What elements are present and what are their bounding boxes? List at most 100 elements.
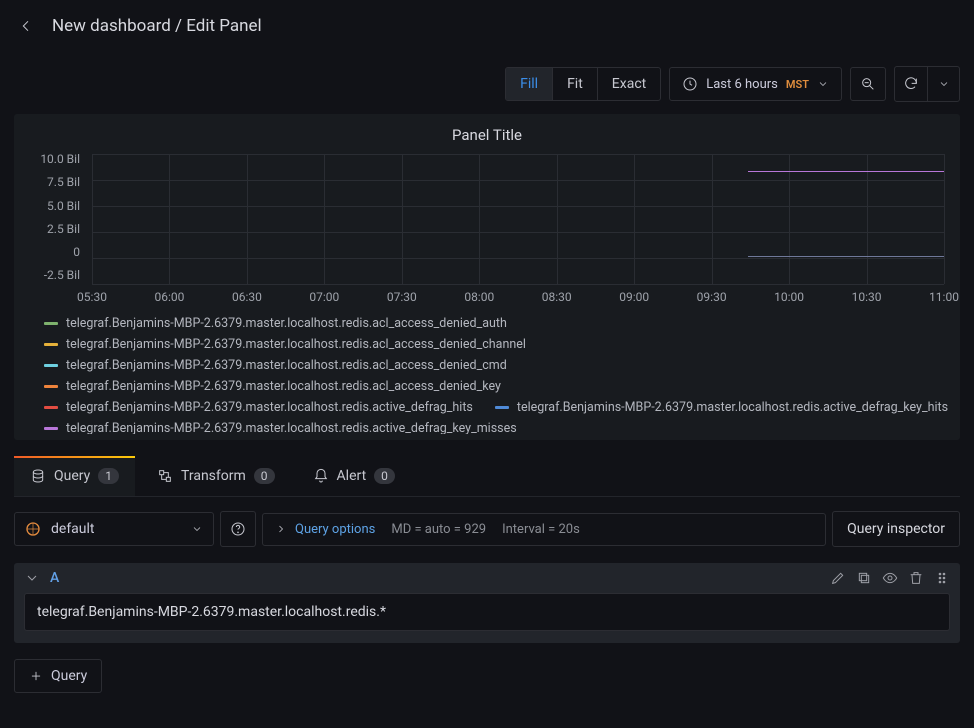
- panel-title: Panel Title: [24, 124, 950, 150]
- panel-viz: Panel Title 10.0 Bil7.5 Bil5.0 Bil2.5 Bi…: [14, 114, 960, 440]
- y-axis-labels: 10.0 Bil7.5 Bil5.0 Bil2.5 Bil0-2.5 Bil: [30, 150, 86, 284]
- legend-label: telegraf.Benjamins-MBP-2.6379.master.loc…: [66, 358, 507, 373]
- view-exact-button[interactable]: Exact: [598, 68, 660, 100]
- refresh-group: [894, 66, 960, 102]
- time-zone-badge: MST: [786, 78, 809, 91]
- legend: telegraf.Benjamins-MBP-2.6379.master.loc…: [24, 316, 950, 434]
- query-tabs: Query 1 Transform 0 Alert 0: [14, 456, 960, 497]
- series-line: [748, 256, 944, 257]
- legend-label: telegraf.Benjamins-MBP-2.6379.master.loc…: [66, 400, 473, 415]
- y-tick-label: 10.0 Bil: [30, 152, 80, 166]
- query-options-label: Query options: [295, 522, 375, 537]
- x-tick-label: 10:00: [774, 290, 804, 304]
- tab-query-label: Query: [54, 468, 90, 484]
- edit-icon[interactable]: [830, 570, 846, 586]
- query-options-toggle[interactable]: Query options: [275, 522, 375, 537]
- time-range-label: Last 6 hours: [706, 77, 778, 92]
- x-tick-label: 08:30: [542, 290, 572, 304]
- y-tick-label: 7.5 Bil: [30, 175, 80, 189]
- tab-transform-label: Transform: [181, 468, 246, 484]
- tab-transform[interactable]: Transform 0: [141, 456, 291, 496]
- query-ref-id[interactable]: A: [50, 570, 59, 586]
- legend-swatch: [44, 406, 58, 409]
- tab-query[interactable]: Query 1: [14, 456, 135, 496]
- duplicate-icon[interactable]: [856, 570, 872, 586]
- query-options-bar: Query options MD = auto = 929 Interval =…: [262, 513, 826, 546]
- query-inspector-button[interactable]: Query inspector: [832, 511, 960, 547]
- datasource-logo-icon: [25, 521, 41, 537]
- x-tick-label: 07:30: [387, 290, 417, 304]
- view-fill-button[interactable]: Fill: [506, 68, 553, 100]
- legend-swatch: [44, 427, 58, 430]
- time-range-picker[interactable]: Last 6 hours MST: [669, 67, 842, 101]
- series-line: [748, 171, 944, 172]
- bell-icon: [313, 468, 329, 484]
- tab-alert[interactable]: Alert 0: [297, 456, 411, 496]
- y-tick-label: 0: [30, 245, 80, 259]
- add-query-button[interactable]: Query: [14, 659, 102, 693]
- tab-query-count: 1: [98, 468, 119, 484]
- question-icon: [230, 521, 246, 537]
- chart[interactable]: 10.0 Bil7.5 Bil5.0 Bil2.5 Bil0-2.5 Bil 0…: [30, 150, 950, 308]
- refresh-button[interactable]: [895, 67, 927, 101]
- legend-swatch: [44, 322, 58, 325]
- x-tick-label: 06:30: [232, 290, 262, 304]
- drag-handle-icon[interactable]: [934, 570, 950, 586]
- chevron-down-icon: [938, 78, 950, 90]
- transform-icon: [157, 468, 173, 484]
- chevron-right-icon: [275, 523, 287, 535]
- zoom-out-icon: [860, 76, 876, 92]
- clock-icon: [682, 76, 698, 92]
- legend-item[interactable]: telegraf.Benjamins-MBP-2.6379.master.loc…: [44, 358, 507, 373]
- x-tick-label: 08:00: [464, 290, 494, 304]
- refresh-interval-button[interactable]: [927, 67, 959, 101]
- legend-swatch: [495, 406, 509, 409]
- add-query-label: Query: [51, 668, 87, 684]
- eye-icon[interactable]: [882, 570, 898, 586]
- refresh-icon: [903, 76, 919, 92]
- legend-item[interactable]: telegraf.Benjamins-MBP-2.6379.master.loc…: [44, 316, 507, 331]
- legend-label: telegraf.Benjamins-MBP-2.6379.master.loc…: [66, 316, 507, 331]
- legend-label: telegraf.Benjamins-MBP-2.6379.master.loc…: [517, 400, 948, 415]
- legend-item[interactable]: telegraf.Benjamins-MBP-2.6379.master.loc…: [495, 400, 948, 415]
- x-tick-label: 09:00: [619, 290, 649, 304]
- back-arrow-icon[interactable]: [18, 18, 34, 34]
- plot-area: [92, 154, 944, 284]
- legend-item[interactable]: telegraf.Benjamins-MBP-2.6379.master.loc…: [44, 400, 473, 415]
- legend-label: telegraf.Benjamins-MBP-2.6379.master.loc…: [66, 379, 501, 394]
- legend-label: telegraf.Benjamins-MBP-2.6379.master.loc…: [66, 421, 517, 434]
- tab-alert-count: 0: [374, 468, 395, 484]
- datasource-help-button[interactable]: [220, 511, 256, 547]
- datasource-name: default: [51, 521, 95, 537]
- view-fit-button[interactable]: Fit: [553, 68, 598, 100]
- chevron-down-icon: [817, 78, 829, 90]
- x-tick-label: 10:30: [852, 290, 882, 304]
- query-row: A: [14, 563, 960, 643]
- legend-item[interactable]: telegraf.Benjamins-MBP-2.6379.master.loc…: [44, 379, 501, 394]
- datasource-select[interactable]: default: [14, 512, 214, 546]
- y-tick-label: -2.5 Bil: [30, 268, 80, 282]
- chevron-down-icon: [191, 523, 203, 535]
- collapse-icon[interactable]: [24, 570, 40, 586]
- breadcrumb: New dashboard / Edit Panel: [52, 16, 262, 36]
- zoom-out-button[interactable]: [850, 67, 886, 101]
- trash-icon[interactable]: [908, 570, 924, 586]
- query-options-interval: Interval = 20s: [502, 522, 580, 537]
- database-icon: [30, 468, 46, 484]
- x-tick-label: 06:00: [155, 290, 185, 304]
- query-options-md: MD = auto = 929: [391, 522, 486, 537]
- legend-item[interactable]: telegraf.Benjamins-MBP-2.6379.master.loc…: [44, 337, 526, 352]
- tab-transform-count: 0: [254, 468, 275, 484]
- view-mode-group: Fill Fit Exact: [505, 67, 661, 101]
- query-expression-input[interactable]: [24, 593, 950, 631]
- legend-swatch: [44, 343, 58, 346]
- tab-alert-label: Alert: [337, 468, 367, 484]
- y-tick-label: 5.0 Bil: [30, 199, 80, 213]
- legend-swatch: [44, 364, 58, 367]
- x-tick-label: 11:00: [929, 290, 959, 304]
- x-tick-label: 05:30: [77, 290, 107, 304]
- plus-icon: [29, 669, 43, 683]
- x-tick-label: 07:00: [309, 290, 339, 304]
- x-tick-label: 09:30: [697, 290, 727, 304]
- legend-item[interactable]: telegraf.Benjamins-MBP-2.6379.master.loc…: [44, 421, 517, 434]
